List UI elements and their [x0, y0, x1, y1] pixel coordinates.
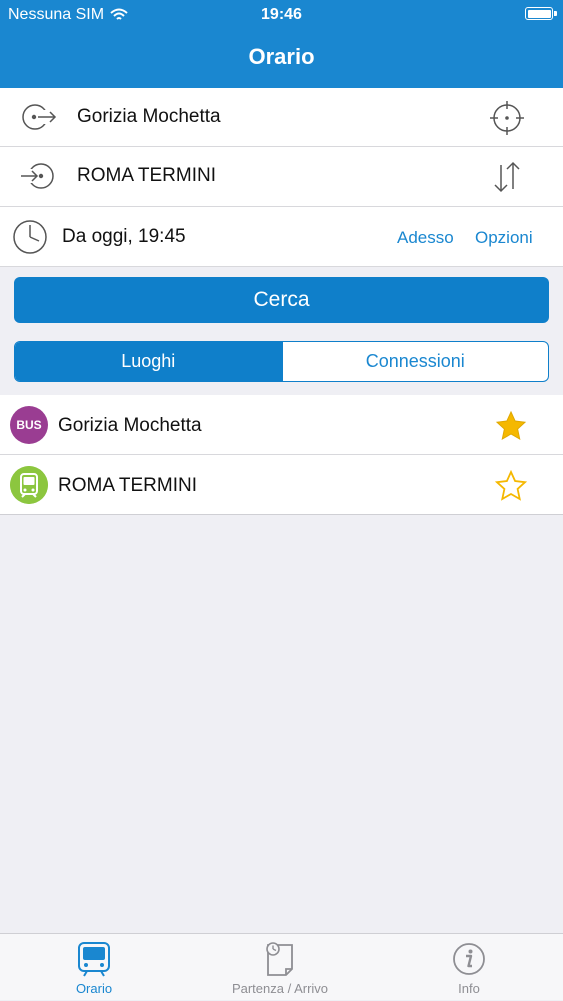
departure-board-icon [266, 942, 293, 976]
status-bar: Nessuna SIM 19:46 [0, 0, 563, 30]
train-icon [10, 466, 48, 504]
options-button[interactable]: Opzioni [475, 228, 533, 248]
list-item[interactable]: BUS Gorizia Mochetta [0, 395, 563, 455]
page-title: Orario [248, 44, 315, 69]
info-icon [453, 943, 485, 975]
tab-places[interactable]: Luoghi [15, 342, 282, 381]
arrival-location-icon [21, 163, 54, 189]
locate-icon[interactable] [489, 100, 525, 136]
tab-departure-arrival[interactable]: Partenza / Arrivo [200, 934, 360, 1001]
date-field[interactable]: Da oggi, 19:45 Adesso Opzioni [0, 207, 563, 267]
star-filled-icon[interactable] [495, 410, 527, 442]
to-value: ROMA TERMINI [77, 165, 216, 186]
header: Nessuna SIM 19:46 Orario [0, 0, 563, 88]
bus-icon: BUS [10, 406, 48, 444]
list-item-label: ROMA TERMINI [58, 475, 197, 496]
search-button[interactable]: Cerca [14, 277, 549, 323]
departure-location-icon [22, 104, 57, 130]
schedule-train-icon [78, 942, 110, 977]
from-value: Gorizia Mochetta [77, 106, 221, 127]
list-item[interactable]: ROMA TERMINI [0, 455, 563, 515]
segmented-control: Luoghi Connessioni [14, 341, 549, 382]
swap-icon[interactable] [489, 159, 525, 195]
status-time: 19:46 [261, 6, 302, 23]
tab-departure-arrival-label: Partenza / Arrivo [231, 981, 329, 996]
clock-icon [13, 220, 47, 254]
tab-info-label: Info [458, 981, 480, 996]
star-outline-icon[interactable] [495, 470, 527, 502]
tab-info[interactable]: Info [415, 934, 523, 1001]
now-button[interactable]: Adesso [397, 228, 454, 248]
tab-schedule-label: Orario [75, 981, 113, 996]
battery-icon [525, 7, 557, 20]
tab-connections[interactable]: Connessioni [281, 342, 549, 381]
favorites-list: BUS Gorizia Mochetta ROMA TERMINI [0, 395, 563, 515]
tab-schedule[interactable]: Orario [40, 934, 148, 1001]
list-item-label: Gorizia Mochetta [58, 415, 202, 436]
from-field[interactable]: Gorizia Mochetta [0, 88, 563, 147]
to-field[interactable]: ROMA TERMINI [0, 147, 563, 207]
tab-bar: Orario Partenza / Arrivo Info [0, 933, 563, 1000]
date-value: Da oggi, 19:45 [62, 226, 186, 247]
